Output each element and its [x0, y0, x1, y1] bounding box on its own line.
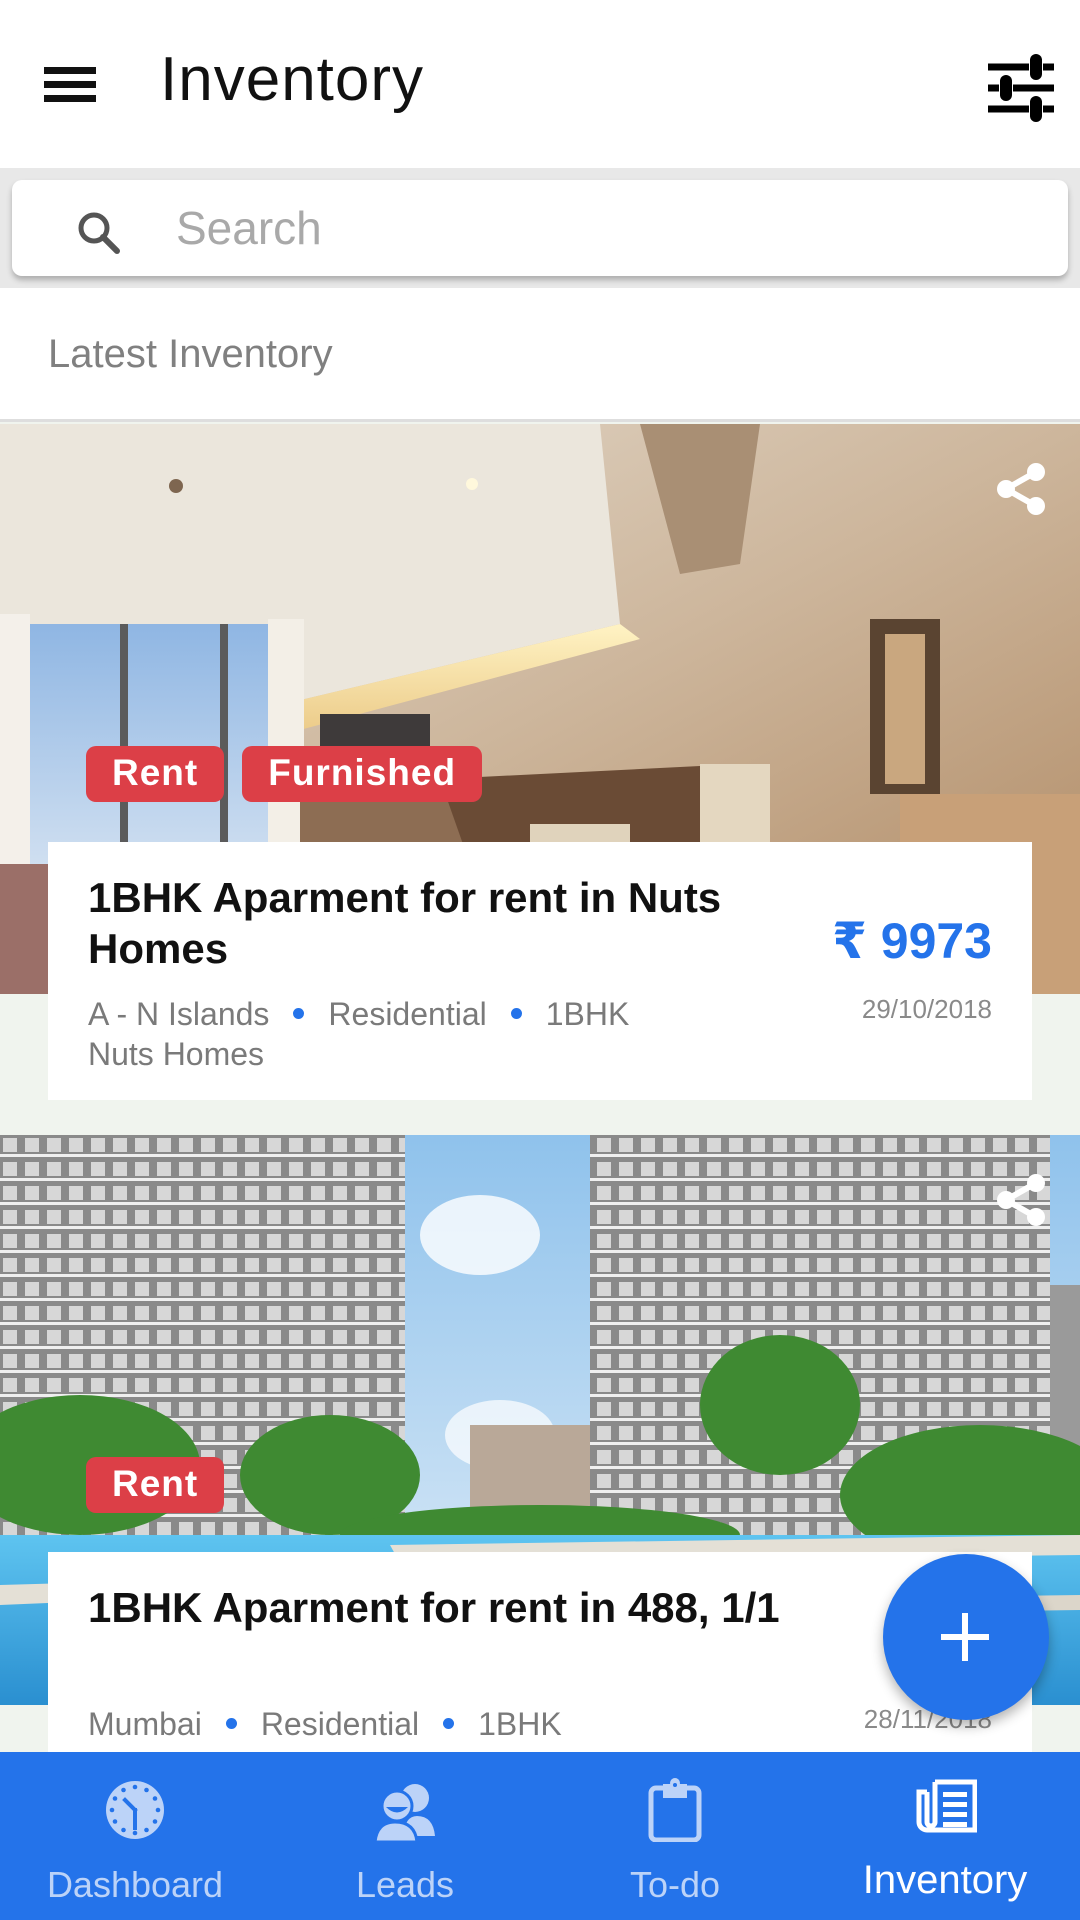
search-input[interactable]	[176, 194, 1036, 262]
listing-card[interactable]: Rent Furnished 1BHK Aparment for rent in…	[0, 424, 1080, 1100]
page-title: Inventory	[160, 45, 425, 114]
listing-type: 1BHK	[545, 996, 630, 1032]
newspaper-icon	[913, 1778, 978, 1842]
bottom-navigation: Dashboard Leads To-do Inventory	[0, 1752, 1080, 1920]
section-header: Latest Inventory	[0, 288, 1080, 422]
listing-date: 29/10/2018	[861, 994, 992, 1024]
hamburger-menu-icon[interactable]	[40, 60, 100, 108]
search-icon	[74, 208, 124, 258]
bullet-dot	[443, 1718, 455, 1730]
nav-item-inventory[interactable]: Inventory	[810, 1752, 1080, 1920]
nav-item-dashboard[interactable]: Dashboard	[0, 1752, 270, 1920]
bullet-dot	[510, 1008, 522, 1020]
tag-badge: Rent	[86, 746, 225, 802]
listing-details[interactable]: 1BHK Aparment for rent in Nuts Homes ₹ 9…	[48, 842, 1032, 1100]
nav-label: Inventory	[862, 1858, 1028, 1902]
listing-card[interactable]: Rent 1BHK Aparment for rent in 488, 1/1 …	[0, 1135, 1080, 1835]
tag-list: Rent	[86, 1457, 225, 1513]
menu-line	[44, 95, 96, 102]
listing-location: Mumbai	[88, 1706, 202, 1742]
tag-badge: Rent	[86, 1457, 225, 1513]
listing-category: Residential	[328, 996, 487, 1032]
search-box[interactable]	[12, 180, 1068, 276]
add-inventory-button[interactable]	[883, 1554, 1049, 1720]
listing-price: ₹ 9973	[832, 913, 992, 969]
tag-badge: Furnished	[242, 746, 483, 802]
listing-type: 1BHK	[478, 1706, 562, 1742]
menu-line	[44, 81, 96, 88]
listing-category: Residential	[260, 1706, 420, 1742]
nav-item-todo[interactable]: To-do	[540, 1752, 810, 1920]
people-icon	[373, 1778, 437, 1844]
nav-label: To-do	[629, 1864, 721, 1905]
tag-list: Rent Furnished	[86, 746, 483, 802]
nav-item-leads[interactable]: Leads	[270, 1752, 540, 1920]
search-bar-container	[0, 168, 1080, 288]
listing-project: Nuts Homes	[88, 1036, 265, 1072]
menu-line	[44, 67, 96, 74]
listing-meta: Mumbai Residential 1BHK	[88, 1704, 562, 1744]
bullet-dot	[293, 1008, 305, 1020]
share-icon[interactable]	[990, 1169, 1052, 1231]
clipboard-icon	[643, 1778, 707, 1843]
share-icon[interactable]	[990, 458, 1052, 520]
nav-label: Dashboard	[46, 1864, 224, 1905]
clock-icon	[103, 1778, 167, 1842]
app-bar: Inventory	[0, 0, 1080, 168]
sliders-filter-icon[interactable]	[980, 46, 1060, 122]
listing-location: A - N Islands	[88, 996, 270, 1032]
section-title: Latest Inventory	[48, 332, 333, 376]
listing-meta: A - N Islands Residential 1BHK Nuts Homes	[88, 994, 629, 1074]
bullet-dot	[225, 1718, 237, 1730]
listing-title: 1BHK Aparment for rent in Nuts Homes	[88, 874, 722, 972]
app-screen: Inventory Search Latest Inventory Rent F…	[0, 0, 1080, 1920]
nav-label: Leads	[355, 1864, 455, 1905]
listing-title: 1BHK Aparment for rent in 488, 1/1	[88, 1584, 780, 1631]
